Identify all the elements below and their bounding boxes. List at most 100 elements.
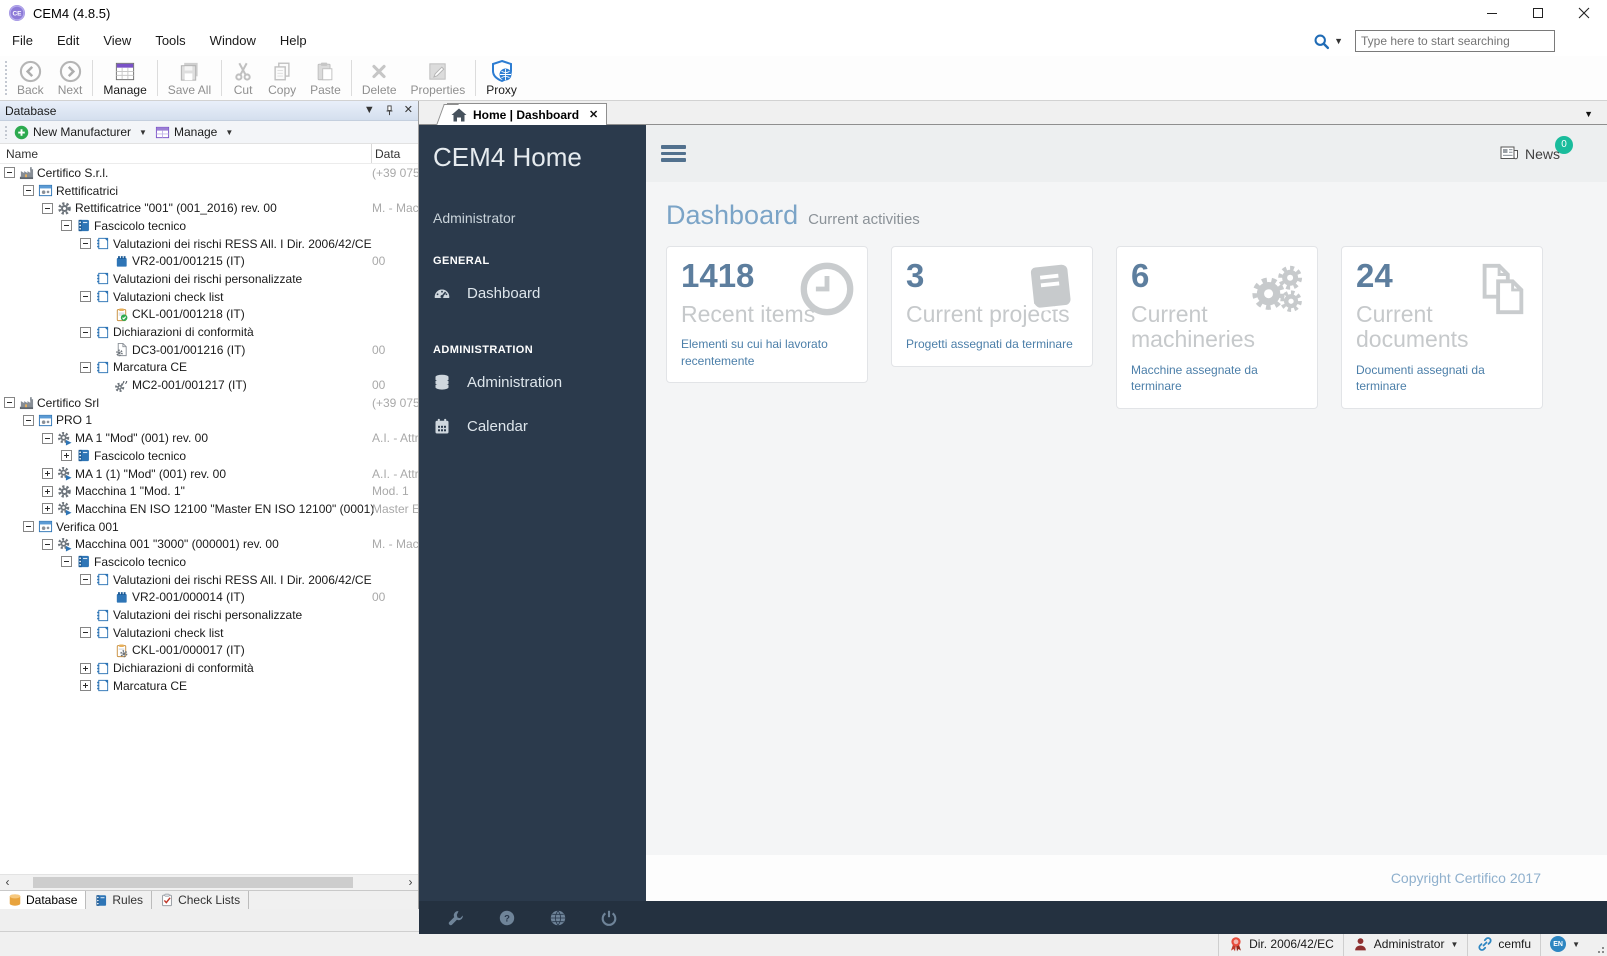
tree-row[interactable]: MA 1 "Mod" (001) rev. 00 A.I. - Attr — [0, 429, 418, 447]
toolbar-grip[interactable] — [4, 60, 8, 96]
tab-list-chevron-icon[interactable]: ▼ — [1584, 109, 1593, 119]
globe-icon[interactable] — [549, 909, 567, 927]
tree-row[interactable]: MC2-001/001217 (IT) 00 — [0, 376, 418, 394]
tab-home-dashboard[interactable]: Home | Dashboard ✕ — [447, 103, 608, 125]
stat-card[interactable]: 3 Current projects Progetti assegnati da t… — [891, 246, 1093, 367]
search-input[interactable] — [1355, 30, 1555, 52]
collapse-icon[interactable] — [23, 185, 34, 197]
collapse-icon[interactable] — [80, 238, 91, 250]
dropdown-chevron-icon[interactable]: ▼ — [1572, 940, 1580, 949]
collapse-icon[interactable] — [42, 432, 53, 444]
column-header-name[interactable]: Name — [0, 147, 38, 161]
paste-button[interactable]: Paste — [303, 56, 348, 100]
save-all-button[interactable]: Save All — [161, 56, 218, 100]
tree-row[interactable]: Valutazioni check list — [0, 624, 418, 642]
tree-row[interactable]: CKL-001/001218 (IT) — [0, 306, 418, 324]
panel-toolbar-grip[interactable] — [4, 125, 8, 139]
tree-row[interactable]: Macchina 001 "3000" (000001) rev. 00 M. -… — [0, 535, 418, 553]
manage-button[interactable]: Manage — [96, 56, 153, 100]
menu-window[interactable]: Window — [198, 33, 268, 48]
tree-row[interactable]: Fascicolo tecnico — [0, 447, 418, 465]
collapse-icon[interactable] — [80, 326, 91, 338]
menu-edit[interactable]: Edit — [45, 33, 91, 48]
power-icon[interactable] — [600, 909, 618, 927]
tree-row[interactable]: Dichiarazioni di conformità — [0, 323, 418, 341]
collapse-icon[interactable] — [23, 521, 34, 533]
pin-icon[interactable] — [384, 105, 395, 116]
minimize-button[interactable] — [1469, 0, 1515, 26]
status-user[interactable]: Administrator ▼ — [1342, 932, 1468, 956]
tree-row[interactable]: Macchina 1 "Mod. 1" Mod. 1 — [0, 482, 418, 500]
tree-row[interactable]: Rettificatrice "001" (001_2016) rev. 00 M… — [0, 199, 418, 217]
column-header-data[interactable]: Data — [371, 144, 400, 163]
tree-row[interactable]: Verifica 001 — [0, 518, 418, 536]
tree-row[interactable]: VR2-001/001215 (IT) 00 — [0, 252, 418, 270]
sidebar-item-calendar[interactable]: Calendar — [419, 404, 646, 448]
collapse-icon[interactable] — [80, 361, 91, 373]
sidebar-item-dashboard[interactable]: Dashboard — [419, 271, 646, 315]
panel-menu-chevron-icon[interactable]: ▼ — [364, 105, 375, 116]
tree-row[interactable]: Marcatura CE — [0, 359, 418, 377]
horizontal-scrollbar[interactable]: ‹ › — [0, 874, 418, 890]
wrench-icon[interactable] — [447, 909, 465, 927]
menu-help[interactable]: Help — [268, 33, 319, 48]
collapse-icon[interactable] — [23, 414, 34, 426]
panel-tab-database[interactable]: Database — [0, 891, 87, 909]
menu-file[interactable]: File — [0, 33, 45, 48]
tree-row[interactable]: Valutazioni dei rischi RESS All. I Dir. … — [0, 571, 418, 589]
manage-panel-button[interactable]: Manage — [174, 125, 217, 139]
menu-tools[interactable]: Tools — [143, 33, 197, 48]
tree-row[interactable]: Rettificatrici — [0, 182, 418, 200]
new-manufacturer-icon[interactable] — [14, 125, 29, 140]
stat-card[interactable]: 1418 Recent items Elementi su cui hai lavo… — [666, 246, 868, 383]
tab-close-icon[interactable]: ✕ — [589, 108, 598, 121]
tree-row[interactable]: Dichiarazioni di conformità — [0, 659, 418, 677]
scroll-left-icon[interactable]: ‹ — [0, 875, 15, 890]
expand-icon[interactable] — [42, 485, 53, 497]
maximize-button[interactable] — [1515, 0, 1561, 26]
tree-row[interactable]: VR2-001/000014 (IT) 00 — [0, 589, 418, 607]
scroll-right-icon[interactable]: › — [403, 875, 418, 890]
new-manufacturer-chevron-icon[interactable]: ▼ — [135, 128, 151, 137]
tree-row[interactable]: Certifico S.r.l. (+39 075 — [0, 164, 418, 182]
collapse-icon[interactable] — [80, 627, 91, 639]
menu-view[interactable]: View — [91, 33, 143, 48]
tree-row[interactable]: PRO 1 — [0, 412, 418, 430]
tree-row[interactable]: DC3-001/001216 (IT) 00 — [0, 341, 418, 359]
tree-row[interactable]: Valutazioni dei rischi personalizzate — [0, 606, 418, 624]
help-icon[interactable]: ? — [498, 909, 516, 927]
collapse-icon[interactable] — [42, 538, 53, 550]
collapse-icon[interactable] — [80, 574, 91, 586]
resize-grip[interactable] — [1589, 932, 1607, 956]
tree-row[interactable]: CKL-001/000017 (IT) — [0, 642, 418, 660]
stat-card[interactable]: 6 Current machineries Macchine assegnate d… — [1116, 246, 1318, 409]
cut-button[interactable]: Cut — [225, 56, 261, 100]
tree-row[interactable]: MA 1 (1) "Mod" (001) rev. 00 A.I. - Attr — [0, 465, 418, 483]
stat-card[interactable]: 24 Current documents Documenti assegnati d… — [1341, 246, 1543, 409]
search-icon[interactable] — [1313, 33, 1330, 50]
news-button[interactable]: News 0 — [1500, 135, 1573, 162]
manage-panel-icon[interactable] — [155, 125, 170, 140]
expand-icon[interactable] — [80, 662, 91, 674]
expand-icon[interactable] — [80, 680, 91, 692]
collapse-icon[interactable] — [42, 202, 53, 214]
collapse-icon[interactable] — [80, 291, 91, 303]
tree-row[interactable]: Valutazioni dei rischi RESS All. I Dir. … — [0, 235, 418, 253]
expand-icon[interactable] — [42, 468, 53, 480]
status-connection[interactable]: cemfu — [1467, 932, 1540, 956]
manage-chevron-icon[interactable]: ▼ — [221, 128, 237, 137]
next-button[interactable]: Next — [51, 56, 90, 100]
close-button[interactable] — [1561, 0, 1607, 26]
collapse-icon[interactable] — [61, 220, 72, 232]
delete-button[interactable]: Delete — [355, 56, 404, 100]
panel-tab-rules[interactable]: Rules — [86, 891, 153, 909]
dropdown-chevron-icon[interactable]: ▼ — [1450, 940, 1458, 949]
collapse-icon[interactable] — [4, 167, 15, 179]
sidebar-item-administration[interactable]: Administration — [419, 360, 646, 404]
collapse-icon[interactable] — [4, 397, 15, 409]
properties-button[interactable]: Properties — [404, 56, 473, 100]
tree-row[interactable]: Fascicolo tecnico — [0, 553, 418, 571]
expand-icon[interactable] — [42, 503, 53, 515]
back-button[interactable]: Back — [10, 56, 51, 100]
collapse-icon[interactable] — [61, 556, 72, 568]
